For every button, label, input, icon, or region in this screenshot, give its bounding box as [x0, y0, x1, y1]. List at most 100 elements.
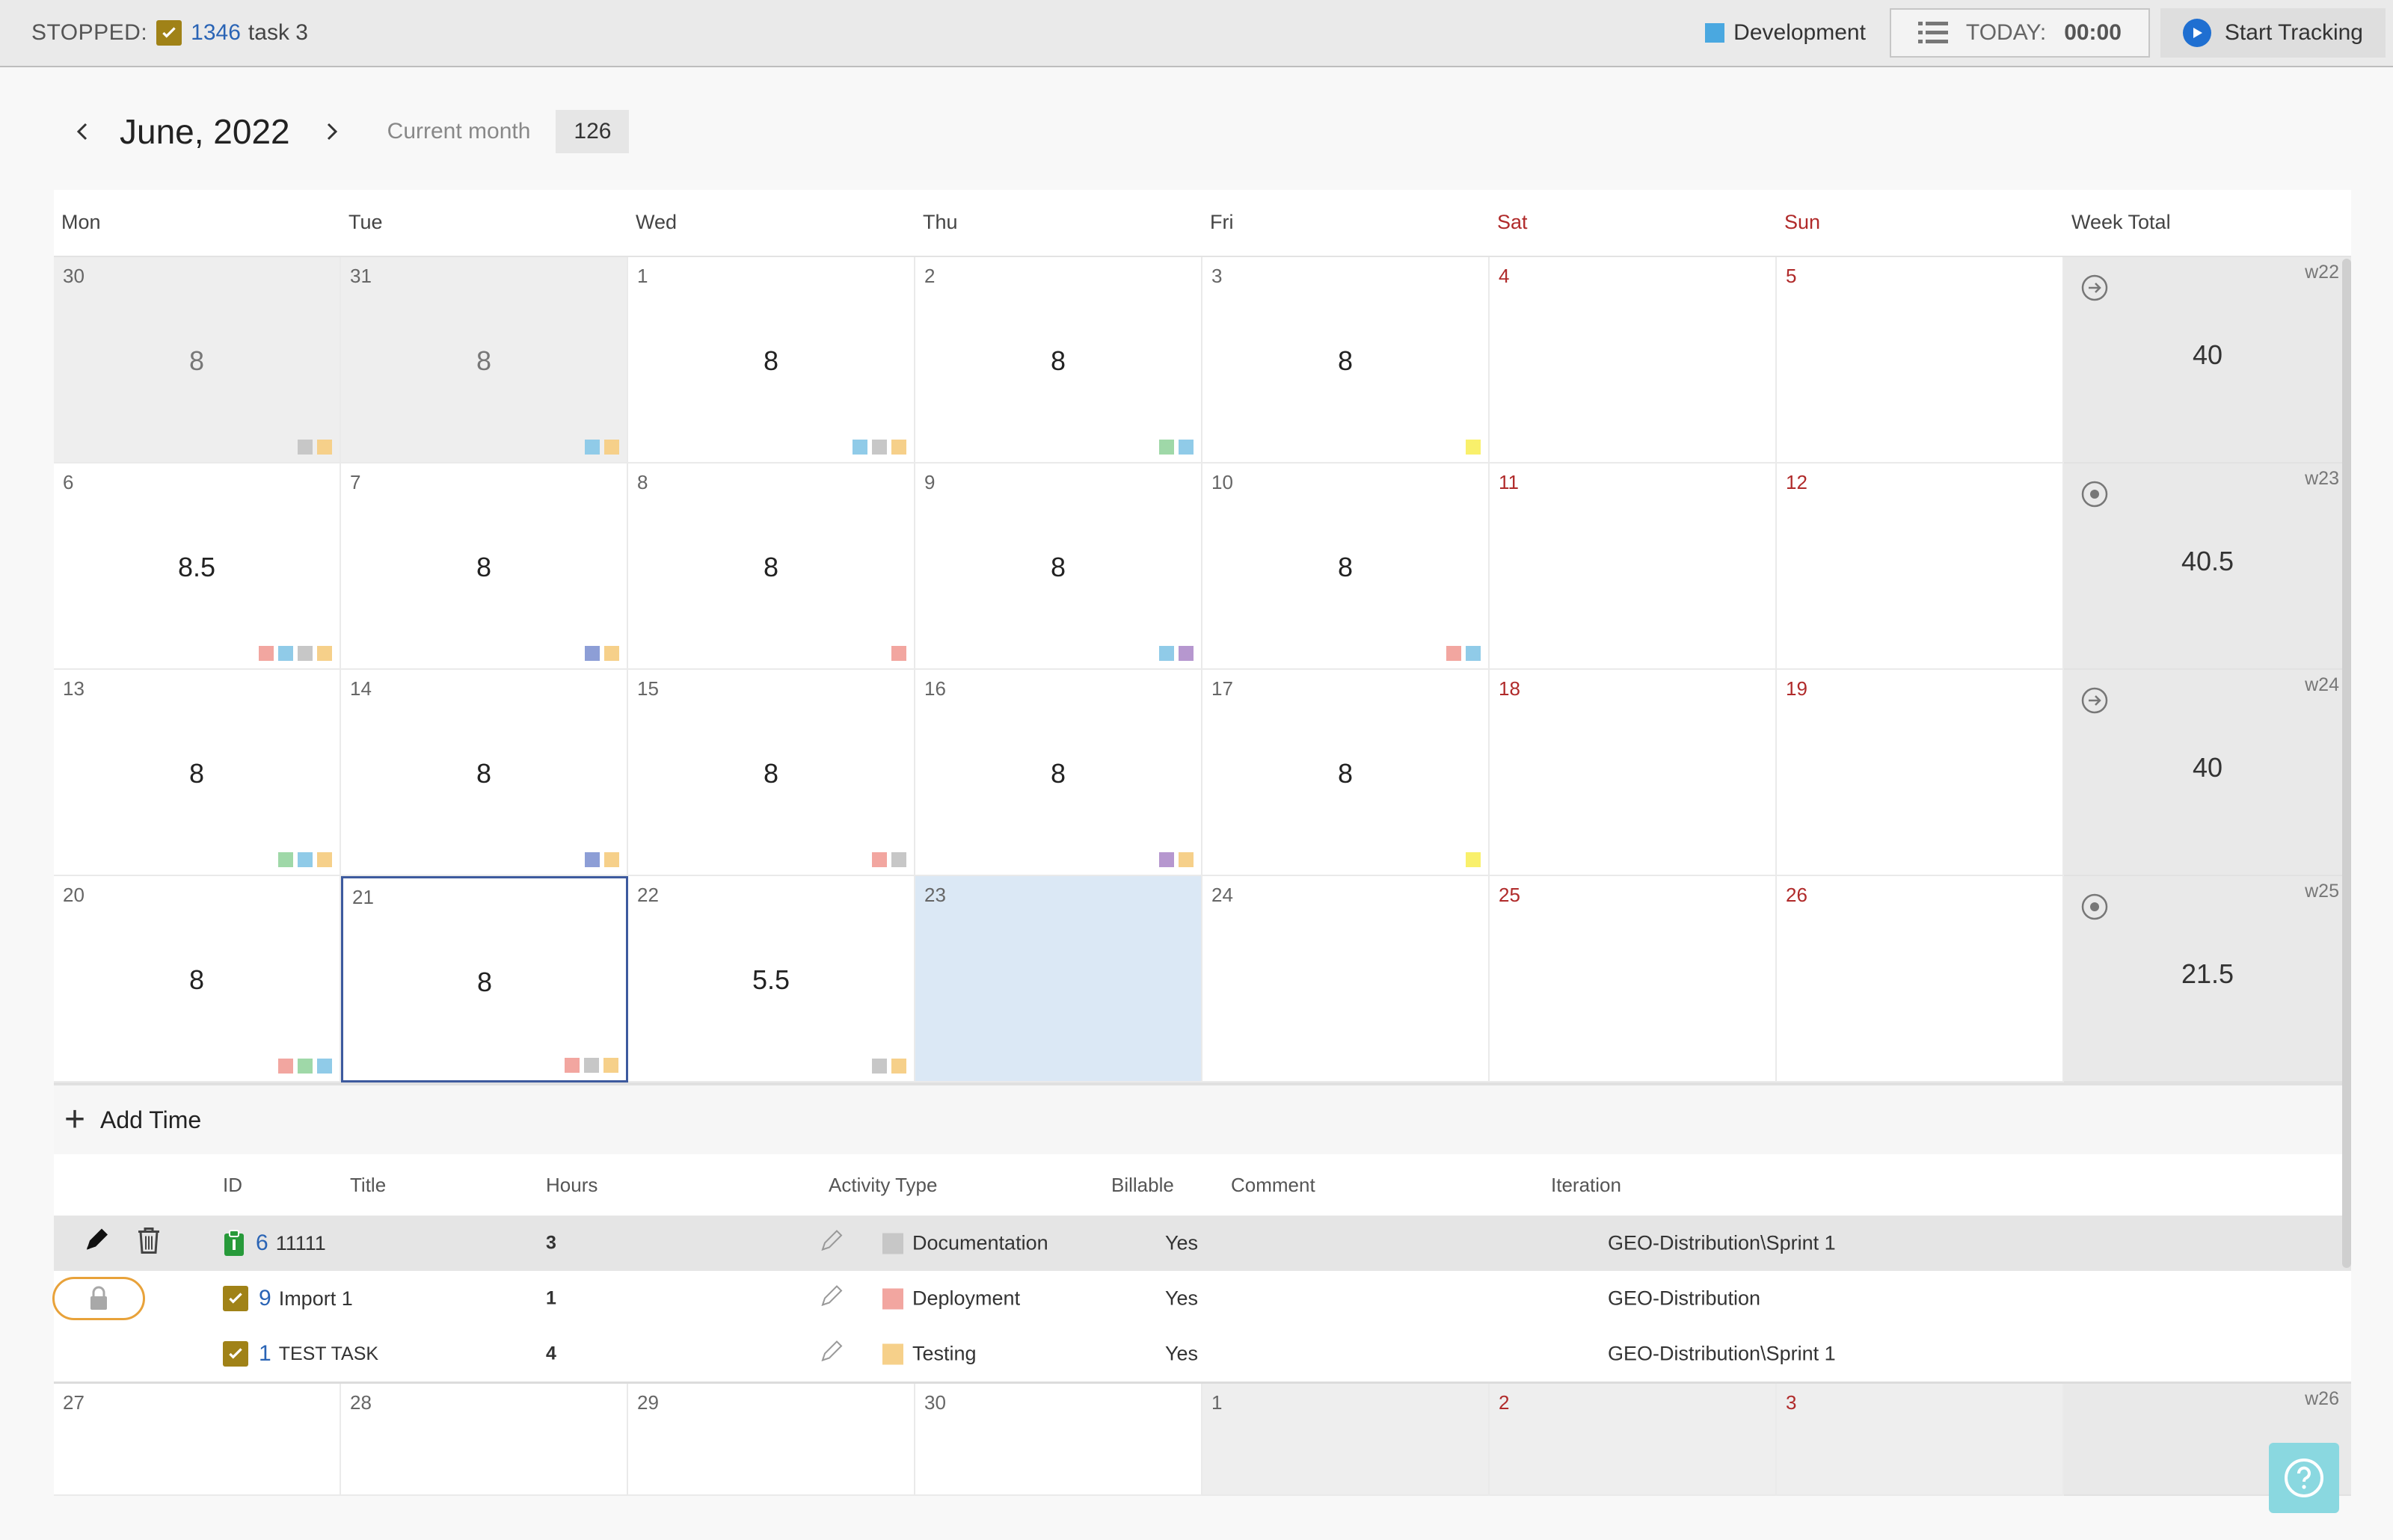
area-selector[interactable]: Development [1705, 20, 1866, 46]
weekday-label: Sun [1784, 211, 1821, 233]
entry-activity: Documentation [882, 1232, 1048, 1255]
current-month-link[interactable]: Current month [387, 119, 531, 144]
lock-button[interactable] [52, 1277, 145, 1320]
entry-billable: Yes [1165, 1342, 1199, 1365]
day-number: 29 [637, 1391, 659, 1414]
edit-hours-icon[interactable] [818, 1338, 845, 1370]
day-cell[interactable]: 6 8.5 [54, 463, 341, 670]
activity-color-icon [882, 1343, 903, 1364]
day-cell[interactable]: 12 [1777, 463, 2064, 670]
week-number: w24 [2305, 674, 2339, 695]
day-cell[interactable]: 21 8 [341, 876, 628, 1082]
entry-title: TEST TASK [278, 1343, 379, 1364]
day-hours: 8 [1050, 758, 1066, 789]
day-number: 2 [1499, 1391, 1510, 1414]
day-number: 4 [1499, 265, 1510, 287]
day-cell[interactable]: 88 [628, 463, 915, 670]
calendar: Mon Tue Wed Thu Fri Sat Sun Week Total 30 8 31 8 1 8… [52, 190, 2351, 1496]
activity-color-chip [298, 852, 313, 867]
activity-chips [1159, 440, 1194, 455]
edit-hours-icon[interactable] [818, 1228, 845, 1260]
target-circle-icon[interactable] [2080, 893, 2109, 921]
table-row[interactable]: 1 TEST TASK 4 Testing Yes GEO-Distributi… [54, 1326, 2351, 1382]
day-cell[interactable]: 98 [915, 463, 1202, 670]
day-cell[interactable]: 29 [628, 1384, 915, 1496]
activity-color-chip [1159, 646, 1174, 661]
arrow-circle-icon[interactable] [2080, 274, 2109, 302]
day-number: 16 [924, 677, 946, 700]
day-cell[interactable]: 22 5.5 [628, 876, 915, 1082]
area-color-icon [1705, 23, 1725, 43]
entry-id-link[interactable]: 1 [259, 1341, 271, 1367]
day-hours: 8 [1337, 758, 1354, 789]
day-number: 22 [637, 884, 659, 906]
pencil-icon[interactable] [81, 1226, 111, 1261]
prev-month-icon[interactable] [72, 121, 93, 142]
calendar-scrollbar[interactable] [2342, 259, 2351, 1268]
day-cell[interactable]: 31 8 [341, 257, 628, 463]
day-number: 25 [1499, 884, 1520, 906]
day-cell[interactable]: 23 [915, 876, 1202, 1082]
current-task-id[interactable]: 1346 [191, 20, 241, 46]
day-cell[interactable]: 38 [1202, 257, 1490, 463]
day-cell[interactable]: 16 8 [915, 670, 1202, 876]
day-cell[interactable]: 18 [1490, 670, 1777, 876]
day-cell[interactable]: 15 8 [628, 670, 915, 876]
day-cell[interactable]: 24 [1202, 876, 1490, 1082]
activity-color-chip [585, 646, 600, 661]
day-number: 17 [1211, 677, 1233, 700]
next-month-icon[interactable] [322, 121, 342, 142]
day-cell[interactable]: 10 8 [1202, 463, 1490, 670]
target-circle-icon[interactable] [2080, 480, 2109, 508]
day-cell[interactable]: 78 [341, 463, 628, 670]
activity-chips [298, 440, 332, 455]
entry-id-link[interactable]: 6 [256, 1231, 268, 1256]
checkbox-task-icon [156, 20, 182, 46]
day-number: 15 [637, 677, 659, 700]
today-summary-button[interactable]: TODAY: 00:00 [1889, 8, 2150, 58]
day-cell[interactable]: 14 8 [341, 670, 628, 876]
activity-color-chip [891, 440, 906, 455]
entry-title: Import 1 [278, 1287, 353, 1310]
day-cell[interactable]: 30 8 [54, 257, 341, 463]
column-header-billable: Billable [1111, 1173, 1174, 1196]
help-button[interactable] [2269, 1443, 2339, 1513]
column-header-iteration: Iteration [1551, 1173, 1621, 1196]
week-number: w25 [2305, 881, 2339, 902]
entry-activity: Testing [882, 1343, 977, 1366]
week-total-cell: w25 21.5 [2064, 876, 2351, 1082]
activity-color-chip [278, 646, 293, 661]
day-cell[interactable]: 18 [628, 257, 915, 463]
edit-hours-icon[interactable] [818, 1283, 845, 1315]
start-tracking-button[interactable]: Start Tracking [2160, 8, 2386, 58]
add-time-button[interactable]: + Add Time [54, 1085, 2351, 1154]
activity-chips [278, 852, 332, 867]
day-cell[interactable]: 4 [1490, 257, 1777, 463]
entry-id-link[interactable]: 9 [259, 1286, 271, 1311]
day-cell[interactable]: 3 [1777, 1384, 2064, 1496]
day-cell[interactable]: 13 8 [54, 670, 341, 876]
trash-icon[interactable] [136, 1226, 162, 1261]
day-cell[interactable]: 11 [1490, 463, 1777, 670]
week-number: w22 [2305, 262, 2339, 283]
activity-color-chip [1466, 440, 1481, 455]
day-cell[interactable]: 28 [341, 1384, 628, 1496]
day-number: 12 [1786, 471, 1807, 493]
day-number: 11 [1499, 471, 1519, 493]
day-cell[interactable]: 26 [1777, 876, 2064, 1082]
day-cell[interactable]: 1 [1202, 1384, 1490, 1496]
day-cell[interactable]: 28 [915, 257, 1202, 463]
day-cell[interactable]: 19 [1777, 670, 2064, 876]
table-row[interactable]: 9 Import 1 1 Deployment Yes GEO-Distribu… [52, 1271, 2351, 1326]
day-cell[interactable]: 27 [54, 1384, 341, 1496]
day-cell[interactable]: 2 [1490, 1384, 1777, 1496]
day-cell[interactable]: 5 [1777, 257, 2064, 463]
entry-title: 11111 [275, 1231, 326, 1254]
day-cell[interactable]: 25 [1490, 876, 1777, 1082]
arrow-circle-icon[interactable] [2080, 686, 2109, 715]
day-hours: 8 [1337, 552, 1354, 582]
day-cell[interactable]: 20 8 [54, 876, 341, 1082]
day-cell[interactable]: 17 8 [1202, 670, 1490, 876]
day-cell[interactable]: 30 [915, 1384, 1202, 1496]
table-row[interactable]: 6 11111 3 Documentation Yes GEO-Distribu… [54, 1216, 2351, 1271]
